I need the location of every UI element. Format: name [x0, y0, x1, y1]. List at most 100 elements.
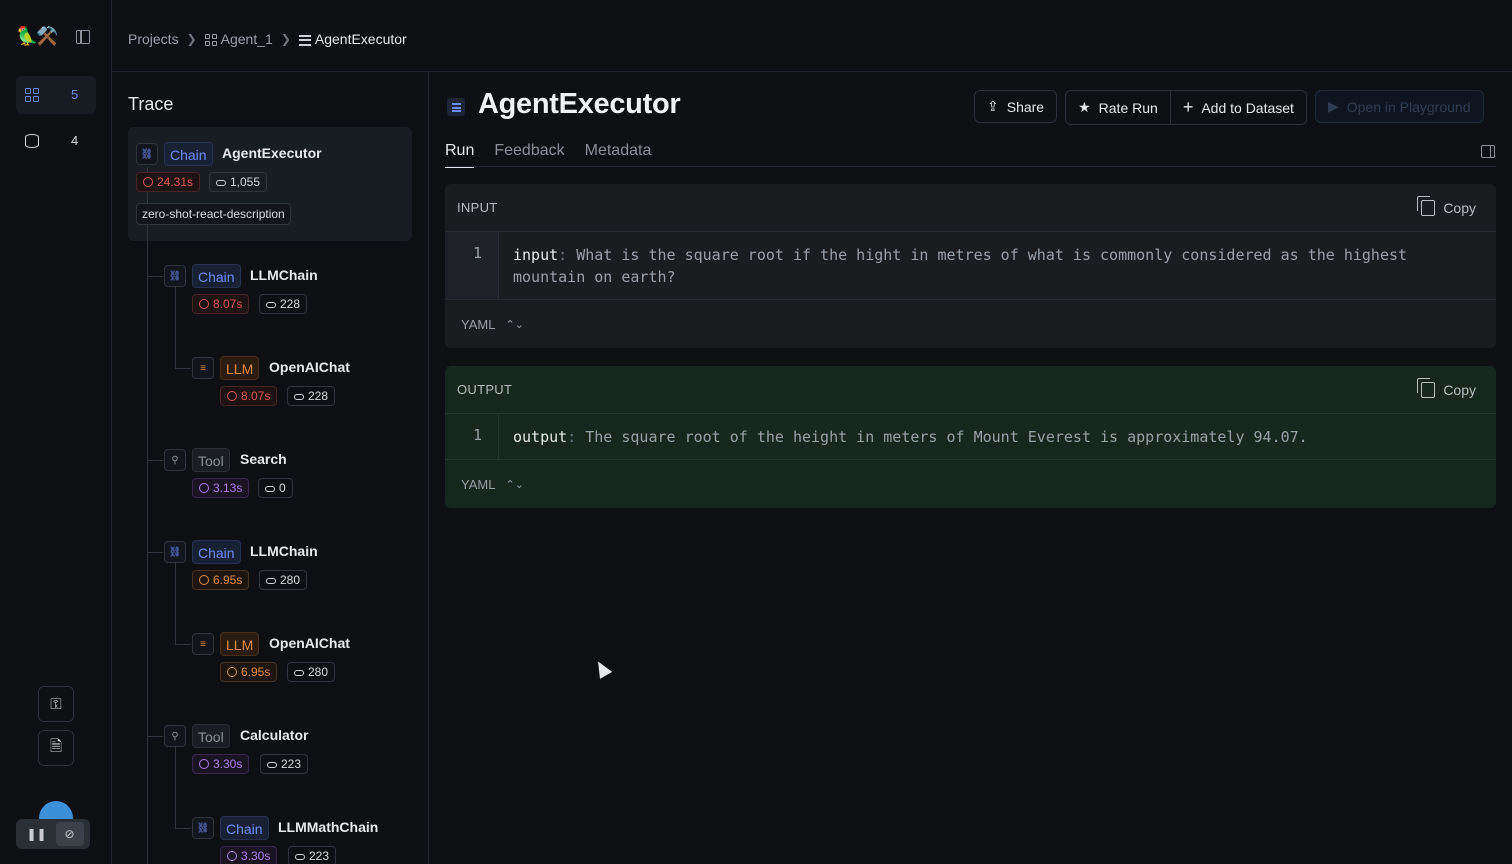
- pause-icon[interactable]: ❚❚: [23, 822, 51, 846]
- output-code[interactable]: output: The square root of the height in…: [499, 414, 1322, 459]
- tree-branch: [175, 368, 191, 369]
- side-panel-toggle-icon[interactable]: [1481, 145, 1495, 158]
- llm-icon: ≡: [192, 633, 214, 655]
- tree-branch: [147, 460, 163, 461]
- camera-off-icon[interactable]: ⊘: [55, 822, 84, 846]
- share-button[interactable]: ⇪ Share: [974, 90, 1058, 123]
- node-name: AgentExecutor: [222, 145, 322, 161]
- node-type-badge: Chain: [192, 540, 241, 564]
- breadcrumb-project[interactable]: Agent_1: [204, 31, 273, 47]
- open-playground-button[interactable]: ▶ Open in Playground: [1314, 90, 1484, 123]
- run-button-group: ★ Rate Run + Add to Dataset: [1065, 90, 1307, 125]
- clock-icon: [199, 299, 209, 309]
- node-name: LLMMathChain: [278, 819, 379, 835]
- langsmith-logo[interactable]: 🦜⚒️: [16, 26, 59, 47]
- copy-output-button[interactable]: Copy: [1417, 377, 1476, 398]
- tab-feedback[interactable]: Feedback: [494, 142, 564, 168]
- chain-icon: ⛓: [136, 143, 158, 165]
- node-type-badge: LLM: [220, 632, 260, 656]
- node-name: Search: [240, 451, 287, 467]
- output-format-select[interactable]: YAML ⌃⌄: [445, 460, 1496, 508]
- tabs-divider: [445, 166, 1496, 167]
- clock-icon: [199, 759, 209, 769]
- rail-item-datasets[interactable]: 4: [16, 122, 96, 160]
- colon: :: [567, 428, 577, 446]
- clock-icon: [227, 851, 237, 861]
- projects-grid-icon: [25, 88, 39, 102]
- latency-value: 8.07s: [241, 389, 271, 403]
- sidebar-toggle-icon[interactable]: [76, 30, 90, 44]
- document-icon: 🗎: [49, 737, 63, 755]
- chevron-updown-icon: ⌃⌄: [505, 318, 524, 331]
- tokens-icon: [266, 578, 276, 584]
- token-badge: 223: [260, 754, 309, 774]
- run-tag: zero-shot-react-description: [136, 203, 291, 225]
- format-label: YAML: [461, 316, 496, 332]
- project-grid-icon: [204, 34, 217, 47]
- latency-badge: 6.95s: [192, 570, 250, 590]
- star-icon: ★: [1078, 99, 1091, 115]
- tokens-icon: [294, 394, 304, 400]
- node-name: OpenAIChat: [269, 635, 350, 651]
- tab-run[interactable]: Run: [445, 142, 475, 168]
- node-type-badge: LLM: [220, 356, 260, 380]
- chevron-right-icon: ❯: [186, 32, 197, 46]
- breadcrumb-projects[interactable]: Projects: [128, 31, 179, 47]
- latency-badge: 3.13s: [192, 478, 250, 498]
- copy-icon: [1417, 195, 1436, 216]
- token-value: 280: [280, 573, 301, 587]
- node-type-badge: Chain: [192, 264, 241, 288]
- latency-value: 6.95s: [241, 665, 271, 679]
- rate-run-button[interactable]: ★ Rate Run: [1066, 91, 1170, 124]
- tree-branch: [147, 736, 163, 737]
- latency-badge: 8.07s: [220, 386, 278, 406]
- projects-count: 5: [71, 87, 79, 102]
- node-name: LLMChain: [250, 267, 318, 283]
- token-badge: 1,055: [209, 172, 268, 192]
- breadcrumb: Projects ❯ Agent_1 ❯ AgentExecutor: [128, 31, 407, 47]
- clock-icon: [227, 391, 237, 401]
- output-panel: OUTPUT Copy 1 output: The square root of…: [445, 366, 1496, 508]
- trace-panel: Trace ⛓ Chain AgentExecutor 24.31s 1,055…: [112, 72, 429, 864]
- node-type-badge: Tool: [192, 724, 230, 748]
- add-to-dataset-button[interactable]: + Add to Dataset: [1169, 91, 1306, 124]
- input-code[interactable]: input: What is the square root if the hi…: [499, 232, 1496, 299]
- token-value: 280: [308, 665, 329, 679]
- input-format-select[interactable]: YAML ⌃⌄: [445, 300, 1496, 348]
- node-type-badge: Chain: [220, 816, 269, 840]
- copy-input-button[interactable]: Copy: [1417, 195, 1476, 216]
- latency-value: 3.30s: [241, 849, 271, 863]
- wrench-icon: ⚲: [164, 725, 186, 747]
- tokens-icon: [265, 486, 275, 492]
- rate-run-label: Rate Run: [1098, 99, 1158, 116]
- run-actions: ⇪ Share ★ Rate Run + Add to Dataset ▶ Op…: [974, 90, 1484, 125]
- tree-branch: [147, 552, 163, 553]
- tab-metadata[interactable]: Metadata: [585, 142, 652, 168]
- api-key-button[interactable]: ⚿: [38, 686, 74, 722]
- token-value: 223: [309, 849, 330, 863]
- token-value: 228: [280, 297, 301, 311]
- plus-icon: +: [1182, 97, 1194, 117]
- node-name: OpenAIChat: [269, 359, 350, 375]
- latency-badge: 3.30s: [192, 754, 250, 774]
- rail-item-projects[interactable]: 5: [16, 76, 96, 114]
- breadcrumb-project-label: Agent_1: [220, 31, 273, 47]
- format-label: YAML: [461, 476, 496, 492]
- output-value: The square root of the height in meters …: [585, 428, 1308, 446]
- latency-badge: 3.30s: [220, 846, 278, 864]
- input-key: input: [513, 246, 559, 264]
- docs-button[interactable]: 🗎: [38, 730, 74, 766]
- token-badge: 280: [259, 570, 308, 590]
- left-rail: 🦜⚒️ 5 4 ⚿ 🗎 ❚❚ ⊘: [0, 0, 112, 864]
- tree-line: [147, 167, 148, 864]
- latency-value: 6.95s: [213, 573, 243, 587]
- play-circle-icon: ▶: [1327, 98, 1339, 114]
- clock-icon: [199, 575, 209, 585]
- node-name: Calculator: [240, 727, 309, 743]
- trace-title: Trace: [128, 94, 174, 114]
- tree-branch: [147, 276, 163, 277]
- output-label: OUTPUT: [457, 382, 513, 397]
- tokens-icon: [294, 670, 304, 676]
- share-label: Share: [1006, 98, 1045, 115]
- clock-icon: [199, 483, 209, 493]
